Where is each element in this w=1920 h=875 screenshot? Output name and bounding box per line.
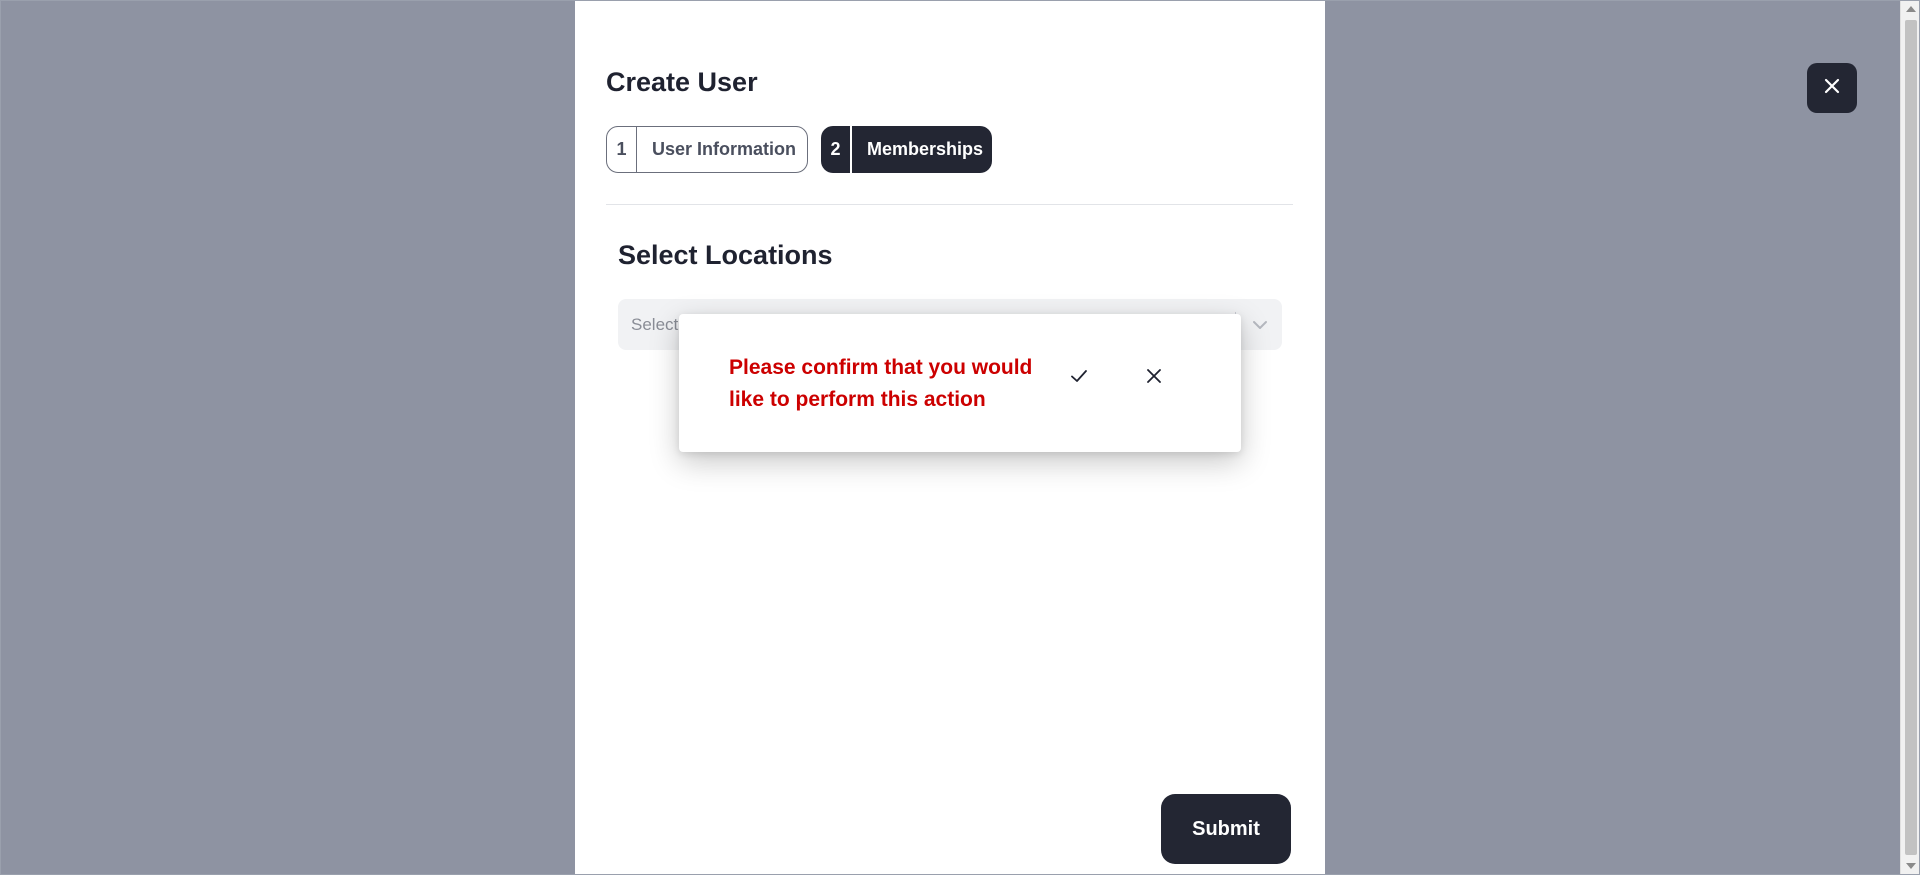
divider <box>606 204 1293 205</box>
page-title: Create User <box>606 67 758 97</box>
step-memberships[interactable]: 2 Memberships <box>821 126 992 173</box>
scroll-down-icon[interactable] <box>1906 863 1916 869</box>
step-user-information[interactable]: 1 User Information <box>606 126 808 173</box>
scroll-up-icon[interactable] <box>1906 6 1916 12</box>
check-icon <box>1069 366 1089 391</box>
step-label: User Information <box>652 139 797 159</box>
close-icon <box>1822 76 1842 101</box>
confirm-message: Please confirm that you would like to pe… <box>729 356 1033 411</box>
cancel-button[interactable] <box>1139 363 1169 393</box>
confirm-button[interactable] <box>1064 363 1094 393</box>
scrollbar[interactable] <box>1900 0 1920 875</box>
chevron-down-icon[interactable] <box>1250 315 1270 335</box>
close-modal-button[interactable] <box>1807 63 1857 113</box>
submit-button[interactable]: Submit <box>1161 794 1291 864</box>
section-title: Select Locations <box>618 240 833 270</box>
confirm-dialog: Please confirm that you would like to pe… <box>679 314 1241 452</box>
step-number: 2 <box>830 139 841 159</box>
scroll-thumb[interactable] <box>1905 20 1917 855</box>
close-icon <box>1145 367 1163 390</box>
step-label: Memberships <box>867 139 984 159</box>
step-number: 1 <box>616 139 627 159</box>
